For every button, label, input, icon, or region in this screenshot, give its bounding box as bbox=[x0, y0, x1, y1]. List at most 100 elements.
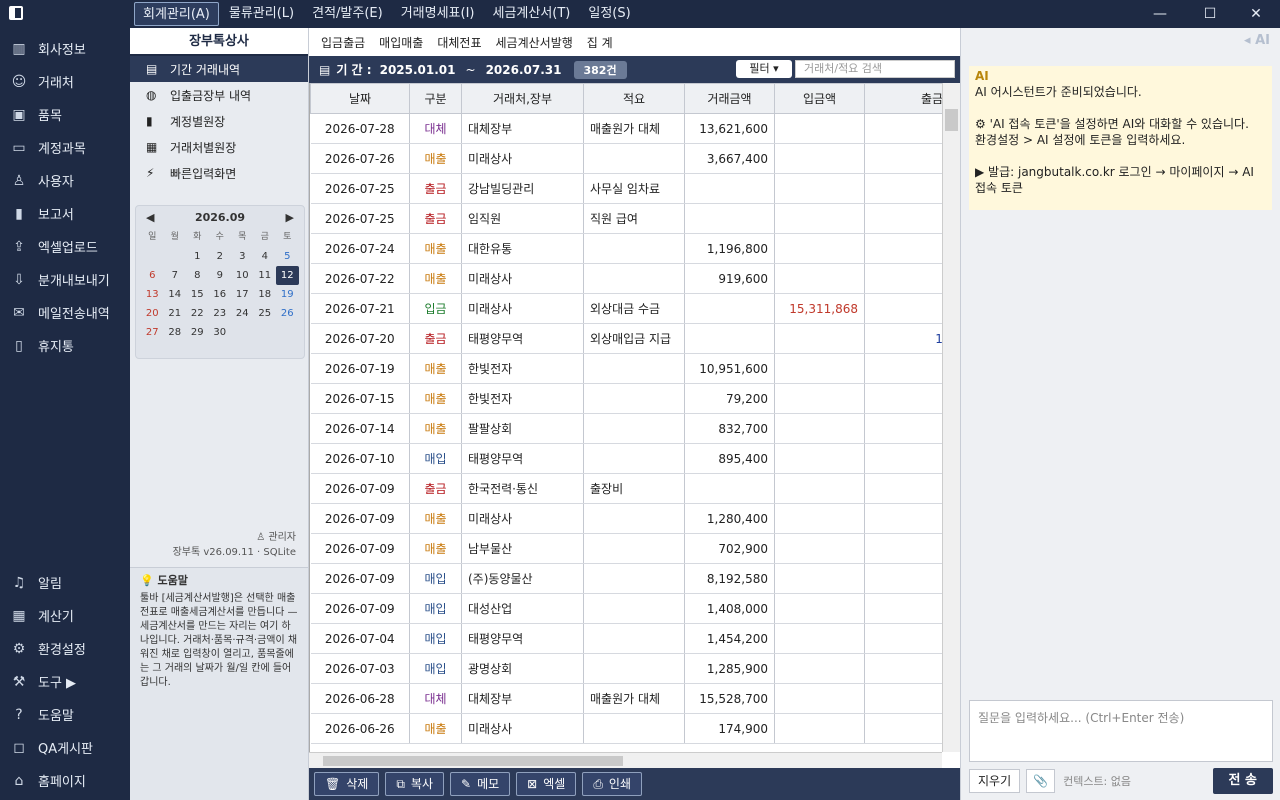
table-row[interactable]: 2026-07-25출금강남빌딩관리사무실 임차료 1,500,000 bbox=[310, 173, 942, 204]
table-row[interactable]: 2026-07-09 매출 미래상사 1,280,400 bbox=[310, 503, 942, 534]
filter-button[interactable]: 필터 ▾ bbox=[736, 60, 792, 78]
column-header[interactable]: 적요 bbox=[583, 83, 685, 114]
table-row[interactable]: 2026-07-03 매입 광명상회 1,285,900 bbox=[310, 653, 942, 684]
ai-question-input[interactable]: 질문을 입력하세요... (Ctrl+Enter 전송) bbox=[969, 700, 1273, 762]
column-header[interactable]: 구분 bbox=[409, 83, 462, 114]
period-to[interactable]: 2026.07.31 bbox=[486, 63, 562, 77]
calendar-day[interactable]: 23 bbox=[209, 304, 232, 323]
calendar-day[interactable]: 12 bbox=[276, 266, 299, 285]
sub-item-4[interactable]: ⚡ 빠른입력화면 bbox=[130, 160, 308, 186]
toolbar-button-1[interactable]: 매입매출 bbox=[379, 34, 423, 51]
calendar-day[interactable]: 11 bbox=[254, 266, 277, 285]
table-row[interactable]: 2026-07-21 입금 미래상사 외상대금 수금 15,311,868 bbox=[310, 293, 942, 324]
column-header[interactable]: 날짜 bbox=[310, 83, 410, 114]
sub-item-2[interactable]: ▮ 계정별원장 bbox=[130, 108, 308, 134]
nav-item-7[interactable]: ⇩ 분개내보내기 bbox=[0, 263, 130, 296]
nav-bottom-item-4[interactable]: ? 도움말 bbox=[0, 698, 130, 731]
calendar-day[interactable]: 15 bbox=[186, 285, 209, 304]
nav-item-8[interactable]: ✉ 메일전송내역 bbox=[0, 296, 130, 329]
nav-bottom-item-1[interactable]: ▦ 계산기 bbox=[0, 599, 130, 632]
toolbar-button-3[interactable]: 세금계산서발행 bbox=[496, 34, 573, 51]
period-from[interactable]: 2025.01.01 bbox=[380, 63, 456, 77]
column-header[interactable]: 거래처,장부 bbox=[461, 83, 584, 114]
table-row[interactable]: 2026-07-10 매입 태평양무역 895,400 bbox=[310, 443, 942, 474]
action-button-4[interactable]: ⎙ 인쇄 bbox=[582, 772, 643, 796]
table-row[interactable]: 2026-07-09 매입 대성산업 1,408,000 bbox=[310, 593, 942, 624]
column-header[interactable]: 출금액 bbox=[864, 83, 942, 114]
toolbar-button-2[interactable]: 대체전표 bbox=[437, 34, 481, 51]
table-row[interactable]: 2026-07-19 매출 한빛전자 10,951,600 bbox=[310, 353, 942, 384]
nav-bottom-item-5[interactable]: ◻ QA게시판 bbox=[0, 731, 130, 764]
column-header[interactable]: 거래금액 bbox=[684, 83, 775, 114]
search-input[interactable]: 거래처/적요 검색 bbox=[795, 60, 955, 78]
calendar-next-icon[interactable]: ▶ bbox=[286, 211, 294, 224]
table-row[interactable]: 2026-07-14 매출 팔팔상회 832,700 bbox=[310, 413, 942, 444]
calendar-prev-icon[interactable]: ◀ bbox=[146, 211, 154, 224]
table-row[interactable]: 2026-07-09 매출 남부물산 702,900 bbox=[310, 533, 942, 564]
nav-bottom-item-0[interactable]: ♫ 알림 bbox=[0, 566, 130, 599]
calendar-day[interactable]: 7 bbox=[164, 266, 187, 285]
maximize-button[interactable]: ☐ bbox=[1186, 0, 1234, 28]
calendar-day[interactable]: 10 bbox=[231, 266, 254, 285]
menu-item-5[interactable]: 일정(S) bbox=[580, 2, 638, 26]
vertical-scrollbar[interactable] bbox=[942, 83, 960, 752]
calendar-day[interactable]: 28 bbox=[164, 323, 187, 342]
menu-item-1[interactable]: 물류관리(L) bbox=[221, 2, 302, 26]
calendar-day[interactable]: 17 bbox=[231, 285, 254, 304]
calendar-day[interactable]: 21 bbox=[164, 304, 187, 323]
calendar-day[interactable]: 14 bbox=[164, 285, 187, 304]
nav-bottom-item-3[interactable]: ⚒ 도구 ▶ bbox=[0, 665, 130, 698]
action-button-0[interactable]: 🗑 삭제 bbox=[314, 772, 380, 796]
table-row[interactable]: 2026-07-04 매입 태평양무역 1,454,200 bbox=[310, 623, 942, 654]
sub-item-1[interactable]: ◍ 입출금장부 내역 bbox=[130, 82, 308, 108]
table-row[interactable]: 2026-07-26 매출 미래상사 3,667,400 bbox=[310, 143, 942, 174]
calendar-day[interactable]: 8 bbox=[186, 266, 209, 285]
clear-button[interactable]: 지우기 bbox=[969, 769, 1021, 793]
calendar-day[interactable]: 29 bbox=[186, 323, 209, 342]
calendar-day[interactable]: 18 bbox=[254, 285, 277, 304]
calendar-day[interactable]: 1 bbox=[186, 247, 209, 266]
send-button[interactable]: 전 송 bbox=[1212, 768, 1273, 794]
calendar-day[interactable]: 25 bbox=[254, 304, 277, 323]
calendar-day[interactable]: 22 bbox=[186, 304, 209, 323]
calendar-day[interactable]: 16 bbox=[209, 285, 232, 304]
table-row[interactable]: 2026-07-24 매출 대한유통 1,196,800 bbox=[310, 233, 942, 264]
sub-item-0[interactable]: ▤ 기간 거래내역 bbox=[130, 56, 308, 82]
nav-item-3[interactable]: ▭ 계정과목 bbox=[0, 131, 130, 164]
table-row[interactable]: 2026-07-09 매입 (주)동양물산 8,192,580 bbox=[310, 563, 942, 594]
calendar-day[interactable]: 30 bbox=[209, 323, 232, 342]
calendar-day[interactable]: 6 bbox=[141, 266, 164, 285]
nav-item-2[interactable]: ▣ 품목 bbox=[0, 98, 130, 131]
calendar-day[interactable]: 3 bbox=[231, 247, 254, 266]
sub-item-3[interactable]: ▦ 거래처별원장 bbox=[130, 134, 308, 160]
nav-bottom-item-2[interactable]: ⚙ 환경설정 bbox=[0, 632, 130, 665]
table-row[interactable]: 2026-06-26 매출 미래상사 174,900 bbox=[310, 713, 942, 744]
nav-item-4[interactable]: ♙ 사용자 bbox=[0, 164, 130, 197]
horizontal-scrollbar[interactable] bbox=[309, 752, 942, 768]
nav-bottom-item-6[interactable]: ⌂ 홈페이지 bbox=[0, 764, 130, 797]
ai-panel-toggle[interactable]: ◂ AI bbox=[961, 28, 1280, 54]
nav-item-6[interactable]: ⇪ 엑셀업로드 bbox=[0, 230, 130, 263]
calendar-day[interactable]: 4 bbox=[254, 247, 277, 266]
table-row[interactable]: 2026-07-09출금한국전력·통신출장비 540,000 bbox=[310, 473, 942, 504]
minimize-button[interactable]: — bbox=[1136, 0, 1184, 28]
calendar-day[interactable]: 19 bbox=[276, 285, 299, 304]
menu-item-3[interactable]: 거래명세표(I) bbox=[393, 2, 483, 26]
calendar-day[interactable]: 24 bbox=[231, 304, 254, 323]
table-row[interactable]: 2026-07-20출금태평양무역외상매입금 지급 10,985,940 bbox=[310, 323, 942, 354]
toolbar-button-0[interactable]: 입금출금 bbox=[321, 34, 365, 51]
close-button[interactable]: ✕ bbox=[1232, 0, 1280, 28]
table-row[interactable]: 2026-07-22 매출 미래상사 919,600 bbox=[310, 263, 942, 294]
action-button-3[interactable]: ⊠ 엑셀 bbox=[516, 772, 577, 796]
toolbar-button-4[interactable]: 집 계 bbox=[587, 34, 613, 51]
calendar-day[interactable]: 2 bbox=[209, 247, 232, 266]
calendar-day[interactable]: 26 bbox=[276, 304, 299, 323]
menu-item-4[interactable]: 세금계산서(T) bbox=[484, 2, 578, 26]
attach-icon[interactable]: 📎 bbox=[1026, 769, 1056, 793]
column-header[interactable]: 입금액 bbox=[774, 83, 865, 114]
nav-item-5[interactable]: ▮ 보고서 bbox=[0, 197, 130, 230]
table-row[interactable]: 2026-06-28 대체 대체장부 매출원가 대체 15,528,700 bbox=[310, 683, 942, 714]
nav-item-1[interactable]: ☺ 거래처 bbox=[0, 65, 130, 98]
table-row[interactable]: 2026-07-28 대체 대체장부 매출원가 대체 13,621,600 bbox=[310, 113, 942, 144]
table-row[interactable]: 2026-07-25출금임직원직원 급여 2,220,000 bbox=[310, 203, 942, 234]
